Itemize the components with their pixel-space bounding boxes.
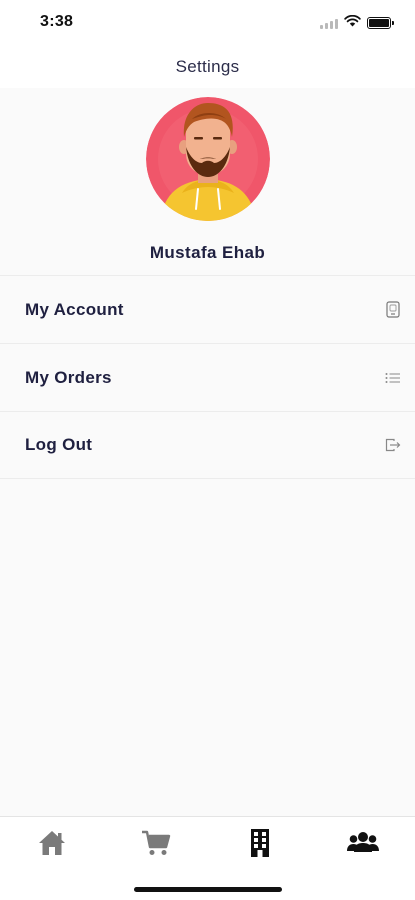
menu-item-label: Log Out: [25, 435, 93, 454]
logout-icon: [385, 437, 401, 453]
tab-cart[interactable]: [136, 827, 176, 863]
tab-home[interactable]: [32, 827, 72, 863]
status-icons: [320, 14, 394, 32]
menu-item-label: My Orders: [25, 367, 112, 387]
menu-item-my-orders[interactable]: My Orders: [0, 343, 415, 411]
wifi-icon: [344, 14, 361, 32]
tab-bar: [0, 816, 415, 900]
settings-content: Mustafa Ehab My Account My Orders Log Ou…: [0, 88, 415, 816]
cellular-signal-icon: [320, 18, 338, 29]
cart-icon: [141, 829, 171, 862]
phone-device-icon: [385, 301, 401, 318]
list-icon: [385, 370, 401, 386]
users-icon: [347, 830, 379, 861]
menu-item-log-out[interactable]: Log Out: [0, 411, 415, 479]
battery-icon: [367, 17, 394, 29]
building-icon: [247, 828, 273, 863]
status-bar: 3:38: [0, 0, 415, 44]
menu-item-label: My Account: [25, 299, 124, 319]
user-name: Mustafa Ehab: [149, 243, 266, 262]
status-time: 3:38: [40, 13, 74, 30]
tab-buildings[interactable]: [240, 827, 280, 863]
avatar: [146, 97, 270, 221]
home-indicator: [134, 887, 282, 892]
home-icon: [37, 829, 67, 862]
nav-header: Settings: [0, 44, 415, 88]
menu-item-my-account[interactable]: My Account: [0, 275, 415, 343]
settings-menu: My Account My Orders Log Out: [0, 275, 415, 479]
tab-users[interactable]: [343, 827, 383, 863]
profile-section: Mustafa Ehab: [0, 88, 415, 275]
page-title: Settings: [175, 57, 240, 76]
